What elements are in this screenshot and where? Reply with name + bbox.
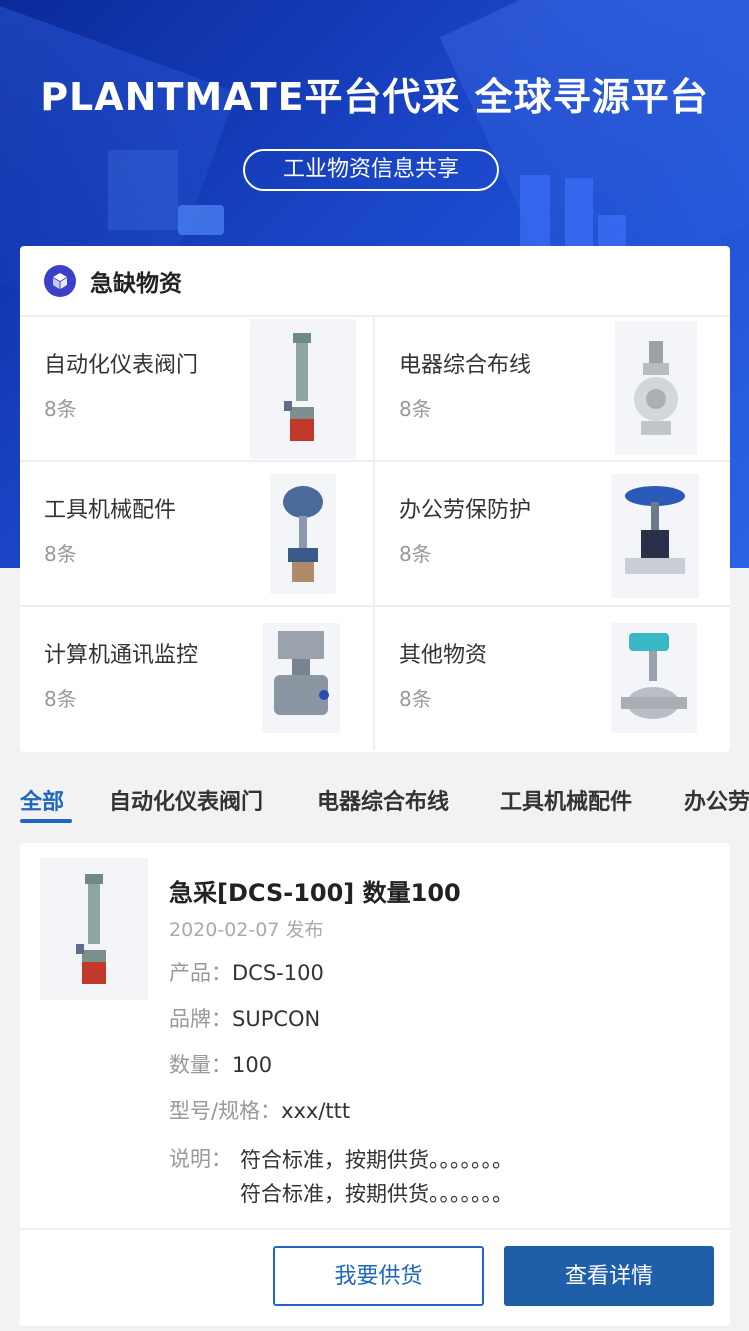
field-value: 100 — [232, 1053, 273, 1077]
category-label: 办公劳保防护 — [399, 498, 532, 523]
hero-subtitle-badge: 工业物资信息共享 — [243, 149, 499, 191]
category-cell[interactable]: 工具机械配件 8条 — [20, 462, 375, 607]
valve-actuator-image — [250, 319, 356, 459]
field-label: 型号/规格： — [169, 1099, 282, 1123]
shortage-title: 急缺物资 — [90, 270, 182, 297]
field-spec: 型号/规格：xxx/ttt — [169, 1095, 350, 1125]
category-label: 计算机通讯监控 — [44, 643, 199, 668]
category-count: 8条 — [44, 397, 77, 421]
tab-all[interactable]: 全部 — [20, 784, 64, 816]
category-cell[interactable]: 电器综合布线 8条 — [375, 317, 730, 462]
category-label: 其他物资 — [399, 643, 488, 668]
truck-icon — [178, 205, 224, 235]
listing-date: 2020-02-07 发布 — [169, 919, 324, 941]
gate-valve-image — [611, 474, 699, 598]
category-cell[interactable]: 计算机通讯监控 8条 — [20, 607, 375, 750]
supply-button[interactable]: 我要供货 — [273, 1246, 484, 1306]
ball-valve-image — [615, 321, 697, 455]
cube-icon — [44, 264, 76, 297]
field-quantity: 数量：100 — [169, 1049, 272, 1079]
field-product: 产品：DCS-100 — [169, 957, 324, 987]
category-cell[interactable]: 自动化仪表阀门 8条 — [20, 317, 375, 462]
category-count: 8条 — [399, 687, 432, 711]
hero-title: PLANTMATE平台代采 全球寻源平台 — [40, 75, 709, 119]
field-label: 说明： — [169, 1147, 232, 1171]
pneumatic-valve-image — [262, 623, 340, 733]
field-value: SUPCON — [232, 1007, 321, 1031]
category-label: 自动化仪表阀门 — [44, 353, 199, 378]
shortage-card-header: 急缺物资 — [20, 246, 730, 317]
active-tab-indicator — [20, 819, 72, 823]
field-value: DCS-100 — [232, 961, 324, 985]
category-label: 电器综合布线 — [399, 353, 532, 378]
divider — [20, 1228, 730, 1230]
tab-office-protection[interactable]: 办公劳保防护 — [684, 784, 749, 816]
field-brand: 品牌：SUPCON — [169, 1003, 320, 1033]
category-grid: 自动化仪表阀门 8条 电器综合布线 8条 工具机械配件 8条 办公劳保防护 8条… — [20, 317, 730, 750]
listing-product-image — [40, 858, 148, 1000]
category-tabs: 全部 自动化仪表阀门 电器综合布线 工具机械配件 办公劳保防护 — [0, 778, 749, 826]
building-silhouette — [520, 175, 550, 255]
field-value: xxx/ttt — [281, 1099, 351, 1123]
listing-title[interactable]: 急采[DCS-100] 数量100 — [169, 873, 461, 908]
listing-card[interactable]: 急采[DCS-100] 数量100 2020-02-07 发布 产品：DCS-1… — [20, 843, 730, 1326]
category-count: 8条 — [399, 397, 432, 421]
category-count: 8条 — [44, 687, 77, 711]
tab-electrical-wiring[interactable]: 电器综合布线 — [317, 784, 449, 816]
category-count: 8条 — [44, 542, 77, 566]
description-line: 符合标准，按期供货。。。。。。。 — [240, 1182, 513, 1206]
field-label: 数量： — [169, 1053, 232, 1077]
category-cell[interactable]: 其他物资 8条 — [375, 607, 730, 750]
shortage-card: 急缺物资 自动化仪表阀门 8条 电器综合布线 8条 工具机械配件 8条 办公劳保… — [20, 246, 730, 752]
building-silhouette — [108, 150, 178, 230]
electric-valve-image — [611, 623, 697, 733]
description-line: 符合标准，按期供货。。。。。。。 — [240, 1148, 513, 1172]
category-count: 8条 — [399, 542, 432, 566]
tab-automation-valves[interactable]: 自动化仪表阀门 — [109, 784, 263, 816]
description-text: 符合标准，按期供货。。。。。。。 符合标准，按期供货。。。。。。。 — [240, 1143, 660, 1211]
field-label: 品牌： — [169, 1007, 232, 1031]
category-label: 工具机械配件 — [44, 498, 177, 523]
field-label: 产品： — [169, 961, 232, 985]
category-cell[interactable]: 办公劳保防护 8条 — [375, 462, 730, 607]
control-valve-image — [270, 474, 336, 594]
tab-tool-parts[interactable]: 工具机械配件 — [500, 784, 632, 816]
view-details-button[interactable]: 查看详情 — [504, 1246, 714, 1306]
